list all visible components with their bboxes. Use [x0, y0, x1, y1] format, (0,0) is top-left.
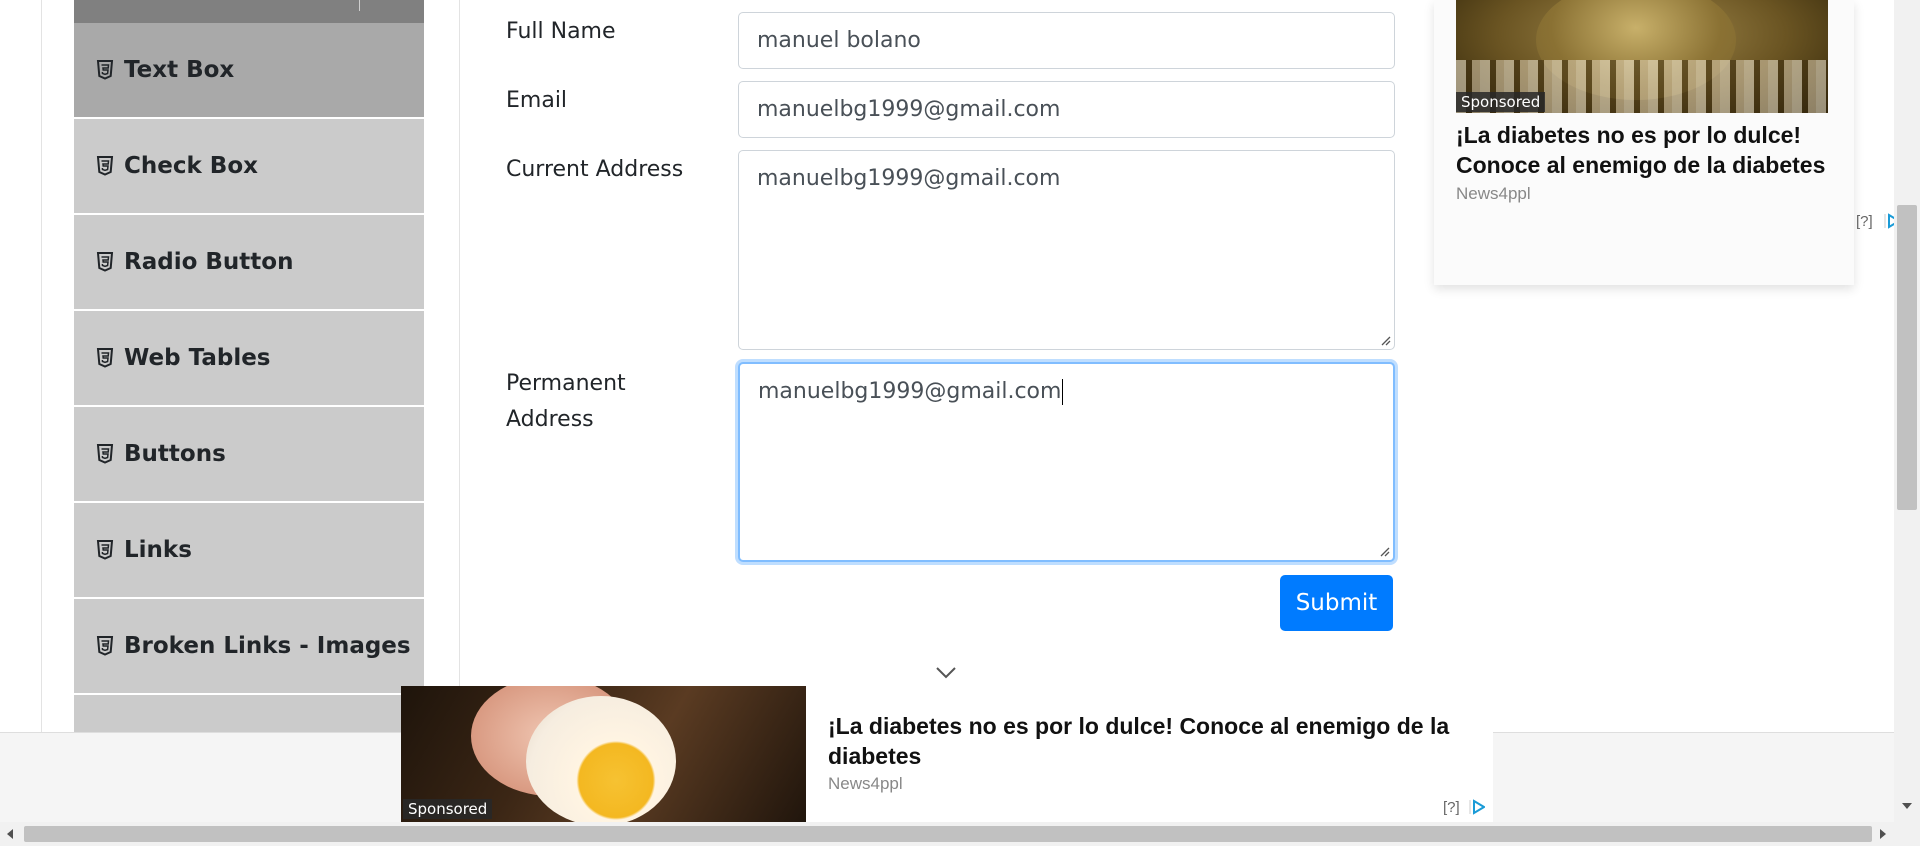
page: Text Box Check Box Radio Button Web Tabl…: [0, 0, 1920, 846]
sponsored-badge: Sponsored: [1456, 92, 1546, 112]
html5-icon: [96, 636, 114, 656]
sidebar-item-text-box[interactable]: Text Box: [74, 23, 424, 119]
sidebar-item-links[interactable]: Links: [74, 503, 424, 599]
submit-button[interactable]: Submit: [1280, 575, 1393, 631]
scroll-left-arrow-icon[interactable]: [7, 829, 13, 839]
permanent-address-label-line2: Address: [506, 407, 594, 432]
adchoices-icon[interactable]: [1469, 799, 1485, 815]
email-label: Email: [506, 88, 568, 113]
horizontal-scrollbar[interactable]: [0, 822, 1920, 846]
html5-icon: [96, 348, 114, 368]
permanent-address-value: manuelbg1999@gmail.com: [758, 379, 1062, 404]
ad-headline[interactable]: ¡La diabetes no es por lo dulce! Conoce …: [1456, 120, 1846, 180]
html5-icon: [96, 252, 114, 272]
email-input[interactable]: manuelbg1999@gmail.com: [738, 81, 1395, 138]
sidebar-item-label: Broken Links - Images: [124, 633, 411, 659]
permanent-address-textarea[interactable]: manuelbg1999@gmail.com: [738, 362, 1395, 562]
sidebar-item-check-box[interactable]: Check Box: [74, 119, 424, 215]
sponsored-ad-card[interactable]: Sponsored ¡La diabetes no es por lo dulc…: [1434, 0, 1854, 285]
resize-grip-icon[interactable]: [1378, 545, 1390, 557]
sidebar-item-label: Text Box: [124, 57, 235, 83]
scroll-right-arrow-icon[interactable]: [1880, 829, 1886, 839]
ad-image-egg: [526, 696, 676, 822]
sidebar-item-web-tables[interactable]: Web Tables: [74, 311, 424, 407]
sponsored-badge: Sponsored: [403, 799, 493, 819]
permanent-address-label: Permanent Address: [506, 366, 706, 438]
full-name-input[interactable]: manuel bolano: [738, 12, 1395, 69]
current-address-label: Current Address: [506, 157, 684, 182]
ad-help-link[interactable]: [?]: [1856, 213, 1873, 230]
html5-icon: [96, 156, 114, 176]
ad-headline[interactable]: ¡La diabetes no es por lo dulce! Conoce …: [828, 711, 1483, 771]
text-caret: [1062, 379, 1064, 405]
html5-icon: [96, 444, 114, 464]
permanent-address-label-line1: Permanent: [506, 371, 626, 396]
divider: [41, 0, 42, 732]
vertical-scrollbar[interactable]: [1894, 0, 1920, 822]
ad-source: News4ppl: [1456, 184, 1531, 203]
email-value: manuelbg1999@gmail.com: [757, 97, 1061, 122]
sponsored-ad-banner[interactable]: Sponsored ¡La diabetes no es por lo dulc…: [401, 686, 1493, 822]
divider: [459, 0, 460, 732]
sidebar-item-label: Links: [124, 537, 192, 563]
sidebar-item-label: Web Tables: [124, 345, 271, 371]
sidebar-item-label: Radio Button: [124, 249, 294, 275]
chevron-down-icon[interactable]: [935, 666, 957, 680]
html5-icon: [96, 540, 114, 560]
sidebar-item-next[interactable]: [74, 695, 424, 732]
sidebar-group-header[interactable]: [74, 0, 424, 23]
scrollbar-thumb[interactable]: [1897, 205, 1917, 510]
scrollbar-thumb[interactable]: [24, 826, 1872, 842]
sidebar-item-broken-links-images[interactable]: Broken Links - Images: [74, 599, 424, 695]
html5-icon: [96, 60, 114, 80]
divider: [359, 0, 360, 11]
scroll-down-arrow-icon[interactable]: [1902, 803, 1912, 809]
current-address-value: manuelbg1999@gmail.com: [757, 166, 1061, 191]
sidebar-item-label: Check Box: [124, 153, 258, 179]
full-name-label: Full Name: [506, 19, 616, 44]
resize-grip-icon[interactable]: [1379, 334, 1391, 346]
current-address-textarea[interactable]: manuelbg1999@gmail.com: [738, 150, 1395, 350]
ad-help-link[interactable]: [?]: [1443, 799, 1460, 816]
sidebar-item-radio-button[interactable]: Radio Button: [74, 215, 424, 311]
sidebar: Text Box Check Box Radio Button Web Tabl…: [74, 0, 424, 732]
ad-source: News4ppl: [828, 774, 903, 793]
sidebar-item-label: Buttons: [124, 441, 226, 467]
sidebar-item-buttons[interactable]: Buttons: [74, 407, 424, 503]
full-name-value: manuel bolano: [757, 28, 921, 53]
